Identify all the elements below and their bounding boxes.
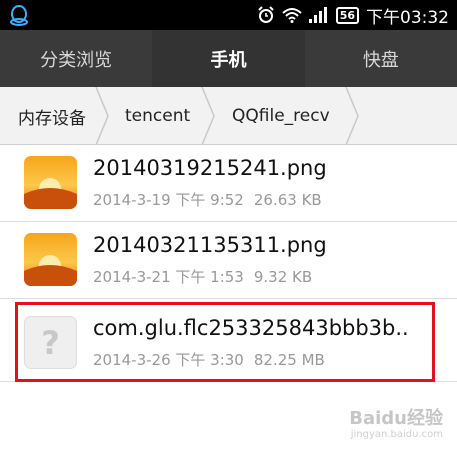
breadcrumb-separator-icon bbox=[345, 87, 359, 145]
baidu-watermark: Baidu经验 jingyan.baidu.com bbox=[349, 409, 443, 441]
tab-phone[interactable]: 手机 bbox=[152, 30, 305, 87]
file-name: 20140321135311.png bbox=[93, 233, 327, 257]
breadcrumb-tencent[interactable]: tencent bbox=[125, 87, 190, 145]
breadcrumb-internal-storage[interactable]: 内存设备 bbox=[18, 87, 86, 145]
tab-bar: 分类浏览 手机 快盘 bbox=[0, 30, 457, 87]
image-thumbnail-icon bbox=[24, 233, 77, 286]
watermark-logo: Baidu经验 bbox=[349, 408, 443, 429]
breadcrumb-separator-icon bbox=[95, 87, 109, 145]
breadcrumb-qqfile-recv[interactable]: QQfile_recv bbox=[232, 87, 330, 145]
alarm-clock-icon bbox=[257, 6, 274, 23]
breadcrumb: 内存设备 tencent QQfile_recv bbox=[0, 87, 457, 145]
file-name: 20140319215241.png bbox=[93, 156, 327, 180]
file-date: 2014-3-19 下午 9:52 bbox=[93, 191, 244, 209]
file-row[interactable]: 20140319215241.png 2014-3-19 下午 9:52 26.6… bbox=[0, 145, 457, 222]
status-bar: 56 下午03:32 bbox=[0, 0, 457, 30]
signal-bars-icon bbox=[308, 7, 327, 23]
file-size: 9.32 KB bbox=[253, 268, 313, 286]
qq-penguin-icon bbox=[10, 5, 28, 26]
battery-indicator: 56 bbox=[335, 6, 359, 24]
image-thumbnail-icon bbox=[24, 156, 77, 209]
breadcrumb-separator-icon bbox=[201, 87, 215, 145]
status-time: 下午03:32 bbox=[366, 7, 449, 28]
watermark-url: jingyan.baidu.com bbox=[350, 429, 443, 440]
file-meta: 2014-3-19 下午 9:52 26.63 KB bbox=[93, 189, 322, 210]
highlight-box bbox=[15, 302, 435, 382]
file-size: 26.63 KB bbox=[253, 191, 322, 209]
wifi-icon bbox=[282, 8, 302, 23]
file-meta: 2014-3-21 下午 1:53 9.32 KB bbox=[93, 266, 312, 287]
tab-kuaipan[interactable]: 快盘 bbox=[305, 30, 457, 87]
tab-category-browse[interactable]: 分类浏览 bbox=[0, 30, 152, 87]
file-date: 2014-3-21 下午 1:53 bbox=[93, 268, 244, 286]
file-row[interactable]: 20140321135311.png 2014-3-21 下午 1:53 9.32… bbox=[0, 222, 457, 299]
